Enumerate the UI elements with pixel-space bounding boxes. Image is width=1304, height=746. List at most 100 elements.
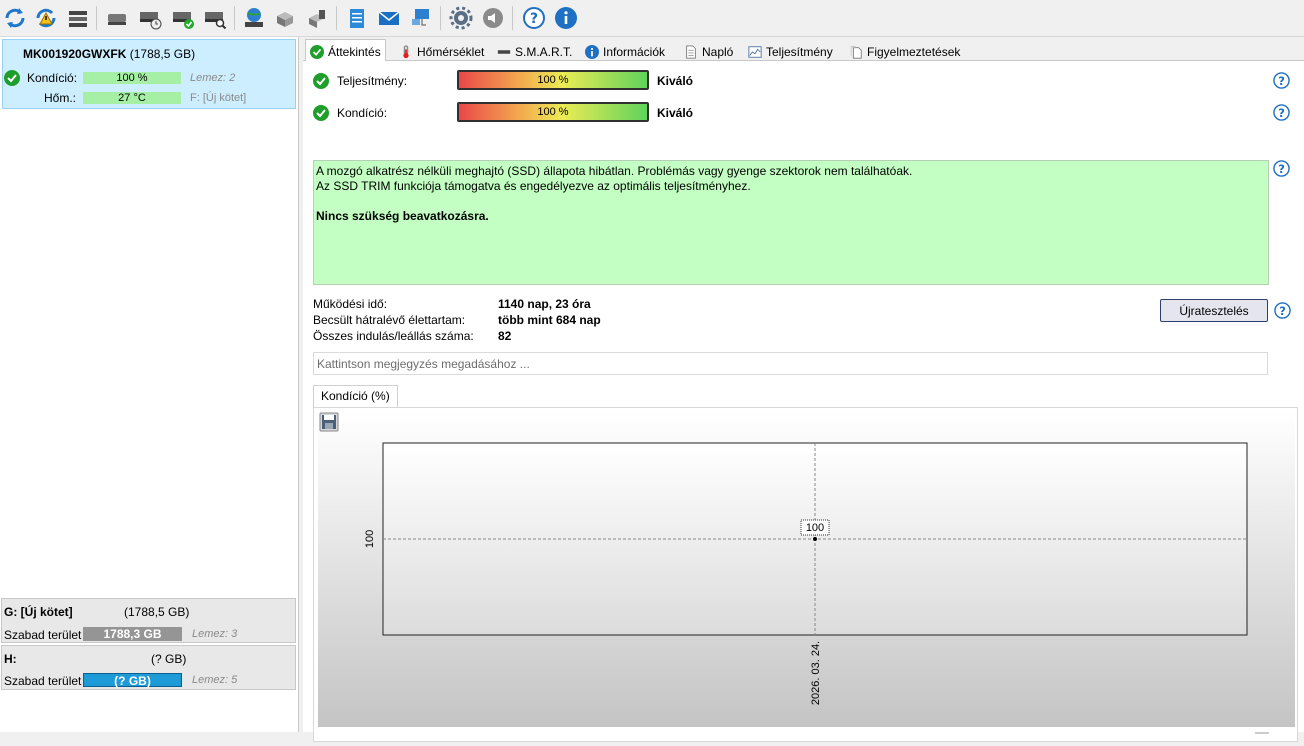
help-icon[interactable]: ? bbox=[1274, 302, 1291, 319]
disk-schedule-icon[interactable] bbox=[137, 5, 163, 31]
starts-label: Összes indulás/leállás száma: bbox=[313, 329, 474, 343]
volume-card-h[interactable]: H: (? GB) Szabad terület (? GB) Lemez: 5 bbox=[1, 645, 296, 690]
save-icon[interactable] bbox=[319, 412, 339, 432]
info-icon[interactable] bbox=[553, 5, 579, 31]
disk-size: (1788,5 GB) bbox=[129, 47, 196, 61]
starts-value: 82 bbox=[498, 329, 512, 343]
tab-label: Áttekintés bbox=[328, 44, 381, 59]
disk-stack-icon[interactable] bbox=[272, 5, 298, 31]
toolbar: ? bbox=[0, 0, 1304, 37]
chart-tab-condition[interactable]: Kondíció (%) bbox=[313, 385, 398, 407]
note-input[interactable]: Kattintson megjegyzés megadásához ... bbox=[313, 352, 1268, 375]
tab-label: Információk bbox=[603, 44, 666, 59]
condition-chart: 100 2026. 03. 24. 100 bbox=[318, 412, 1295, 734]
disk-check-icon[interactable] bbox=[170, 5, 196, 31]
thermometer-icon bbox=[403, 44, 409, 58]
tab-label: Hőmérséklet bbox=[417, 44, 485, 59]
disk-panel: MK001920GWXFK (1788,5 GB) Kondíció: 100 … bbox=[0, 37, 299, 732]
message-action: Nincs szükség beavatkozásra. bbox=[316, 209, 489, 223]
svg-text:?: ? bbox=[1278, 162, 1285, 176]
tab-log[interactable]: Napló bbox=[680, 41, 737, 62]
temp-label: Hőm.: bbox=[44, 91, 77, 105]
speaker-icon[interactable] bbox=[480, 5, 506, 31]
lifetime-value: több mint 684 nap bbox=[498, 313, 601, 327]
help-icon[interactable]: ? bbox=[1273, 104, 1290, 121]
free-space-bar: (? GB) bbox=[83, 673, 182, 688]
volume-disk: Lemez: 3 bbox=[192, 628, 238, 640]
gear-icon[interactable] bbox=[448, 5, 474, 31]
svg-text:?: ? bbox=[1278, 74, 1285, 88]
disk-eject-icon[interactable] bbox=[104, 5, 130, 31]
info-icon bbox=[585, 44, 599, 59]
free-space-label: Szabad terület bbox=[4, 628, 82, 642]
tab-bar: Áttekintés Hőmérséklet S.M.A.R.T. Inform… bbox=[303, 39, 1304, 63]
condition-gauge: 100 % bbox=[457, 102, 649, 122]
tab-information[interactable]: Információk bbox=[581, 41, 669, 62]
condition-label: Kondíció: bbox=[27, 71, 78, 85]
check-icon bbox=[4, 70, 20, 86]
chart-icon bbox=[748, 45, 762, 58]
check-icon bbox=[310, 44, 324, 59]
free-space-label: Szabad terület bbox=[4, 674, 82, 688]
retest-button[interactable]: Újratesztelés bbox=[1160, 299, 1268, 322]
temp-volume: F: [Új kötet] bbox=[190, 92, 247, 104]
condition-label: Kondíció: bbox=[337, 106, 388, 120]
check-icon bbox=[313, 105, 329, 121]
uptime-label: Működési idő: bbox=[313, 297, 388, 311]
tab-overview[interactable]: Áttekintés bbox=[305, 39, 386, 63]
network-icon[interactable] bbox=[408, 5, 434, 31]
condition-disk: Lemez: 2 bbox=[190, 72, 236, 84]
svg-text:?: ? bbox=[1279, 304, 1286, 318]
disk-icon bbox=[497, 49, 511, 54]
volume-disk: Lemez: 5 bbox=[192, 674, 238, 686]
lifetime-label: Becsült hátralévő élettartam: bbox=[313, 313, 466, 327]
disk-search-icon[interactable] bbox=[202, 5, 228, 31]
volume-card-g[interactable]: G: [Új kötet] (1788,5 GB) Szabad terület… bbox=[1, 598, 296, 643]
message-line: Az SSD TRIM funkciója támogatva és enged… bbox=[316, 179, 751, 193]
volume-size: (1788,5 GB) bbox=[124, 605, 190, 619]
tab-temperature[interactable]: Hőmérséklet bbox=[395, 41, 488, 62]
uptime-value: 1140 nap, 23 óra bbox=[498, 297, 591, 311]
x-tick-label: 2026. 03. 24. bbox=[810, 641, 822, 705]
disk-list-icon[interactable] bbox=[65, 5, 91, 31]
tab-warnings[interactable]: Figyelmeztetések bbox=[845, 41, 964, 62]
temp-bar: 27 °C bbox=[83, 92, 181, 104]
y-tick-label: 100 bbox=[364, 530, 376, 548]
mail-icon[interactable] bbox=[376, 5, 402, 31]
tab-smart[interactable]: S.M.A.R.T. bbox=[493, 41, 576, 62]
disk-settings-icon[interactable] bbox=[304, 5, 330, 31]
overview-content: Teljesítmény: 100 % Kiváló ? Kondíció: 1… bbox=[303, 61, 1304, 742]
message-line: A mozgó alkatrész nélküli meghajtó (SSD)… bbox=[316, 164, 913, 178]
help-icon[interactable]: ? bbox=[1273, 160, 1290, 177]
tab-label: Napló bbox=[702, 44, 734, 59]
free-space-bar: 1788,3 GB bbox=[83, 627, 182, 641]
volume-name: H: bbox=[4, 652, 17, 666]
performance-gauge: 100 % bbox=[457, 70, 649, 90]
documents-icon bbox=[850, 45, 862, 59]
performance-rating: Kiváló bbox=[657, 74, 694, 88]
refresh-icon[interactable] bbox=[2, 5, 28, 31]
volume-name: G: [Új kötet] bbox=[4, 605, 73, 619]
notepad-icon[interactable] bbox=[344, 5, 370, 31]
network-disk-icon[interactable] bbox=[241, 5, 267, 31]
help-icon[interactable]: ? bbox=[1273, 72, 1290, 89]
chart-panel: 100 2026. 03. 24. 100 bbox=[313, 407, 1298, 742]
help-icon[interactable]: ? bbox=[521, 5, 547, 31]
disk-card[interactable]: MK001920GWXFK (1788,5 GB) Kondíció: 100 … bbox=[2, 39, 296, 109]
data-point bbox=[813, 537, 817, 541]
document-icon bbox=[686, 44, 696, 59]
data-label: 100 bbox=[806, 522, 824, 534]
volume-size: (? GB) bbox=[151, 652, 187, 666]
svg-text:?: ? bbox=[1278, 106, 1285, 120]
tab-performance[interactable]: Teljesítmény bbox=[744, 41, 837, 62]
status-message: A mozgó alkatrész nélküli meghajtó (SSD)… bbox=[313, 160, 1269, 285]
tab-label: Teljesítmény bbox=[766, 44, 833, 59]
tab-label: S.M.A.R.T. bbox=[515, 44, 573, 59]
tab-label: Figyelmeztetések bbox=[867, 44, 961, 59]
condition-bar: 100 % bbox=[83, 72, 181, 84]
refresh-warning-icon[interactable] bbox=[33, 5, 59, 31]
disk-name: MK001920GWXFK bbox=[23, 47, 127, 61]
condition-rating: Kiváló bbox=[657, 106, 694, 120]
svg-text:?: ? bbox=[530, 11, 538, 27]
performance-label: Teljesítmény: bbox=[337, 74, 408, 88]
